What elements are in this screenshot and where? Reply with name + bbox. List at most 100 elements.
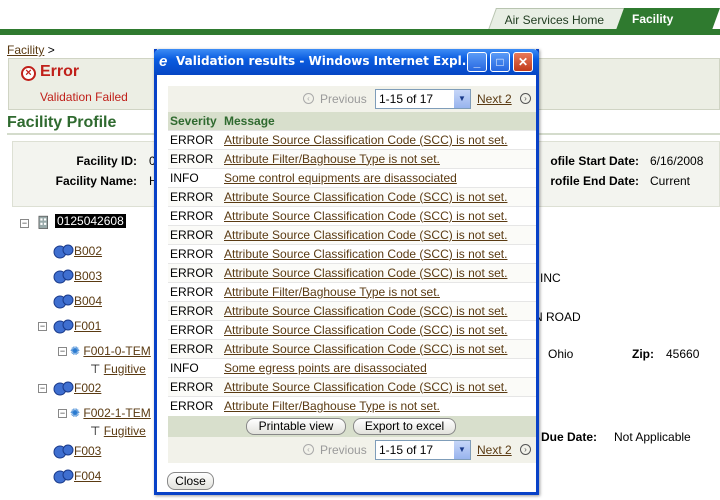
tree-item-fugitive-1[interactable]: ⊤ Fugitive bbox=[90, 362, 146, 376]
close-button[interactable]: Close bbox=[167, 472, 214, 490]
tree-item-f003[interactable]: F003 bbox=[52, 444, 101, 460]
message-cell: Attribute Source Classification Code (SC… bbox=[222, 205, 536, 225]
severity-header: Severity bbox=[168, 112, 222, 130]
severity-cell: ERROR bbox=[168, 281, 222, 301]
tee-icon: ⊤ bbox=[90, 424, 101, 438]
breadcrumb: Facility > bbox=[7, 43, 55, 57]
close-window-button[interactable]: ✕ bbox=[513, 52, 533, 72]
tree-item-label: B002 bbox=[74, 244, 103, 259]
pager-top: ‹ Previous 1-15 of 17 ▼ Next 2 › bbox=[168, 86, 536, 112]
gear-icon bbox=[53, 319, 74, 334]
tab-home-label: Air Services Home bbox=[504, 13, 604, 27]
tree-item-b002[interactable]: B002 bbox=[52, 244, 102, 260]
next-link[interactable]: Next 2 bbox=[477, 443, 512, 457]
message-link[interactable]: Attribute Source Classification Code (SC… bbox=[224, 209, 507, 223]
message-link[interactable]: Attribute Filter/Baghouse Type is not se… bbox=[224, 399, 440, 413]
facility-id-label: Facility ID: bbox=[76, 154, 137, 168]
table-row: INFO Some control equipments are disassoc… bbox=[168, 167, 536, 187]
severity-cell: ERROR bbox=[168, 148, 222, 168]
page-range-select[interactable]: 1-15 of 17 ▼ bbox=[375, 440, 471, 460]
action-button-bar: Printable view Export to excel bbox=[168, 416, 536, 438]
table-row: ERROR Attribute Filter/Baghouse Type is n… bbox=[168, 281, 536, 301]
breadcrumb-facility-link[interactable]: Facility bbox=[7, 43, 44, 57]
message-link[interactable]: Attribute Filter/Baghouse Type is not se… bbox=[224, 152, 440, 166]
tree-collapse-toggle[interactable]: − bbox=[20, 219, 29, 228]
gear-icon bbox=[53, 444, 74, 459]
table-row: ERROR Attribute Source Classification Cod… bbox=[168, 205, 536, 225]
tree-root[interactable]: 0125042608 bbox=[33, 214, 126, 230]
severity-cell: ERROR bbox=[168, 224, 222, 244]
message-link[interactable]: Attribute Source Classification Code (SC… bbox=[224, 190, 507, 204]
tree-item-label: B004 bbox=[74, 294, 103, 309]
message-cell: Attribute Source Classification Code (SC… bbox=[222, 319, 536, 339]
tree-item-b003[interactable]: B003 bbox=[52, 269, 102, 285]
message-link[interactable]: Attribute Source Classification Code (SC… bbox=[224, 133, 507, 147]
next-arrow-icon[interactable]: › bbox=[520, 444, 531, 455]
tree-item-f002-1-tem[interactable]: ✺ F002-1-TEM bbox=[70, 406, 151, 420]
tree-collapse-toggle[interactable]: − bbox=[38, 322, 47, 331]
table-row: ERROR Attribute Filter/Baghouse Type is n… bbox=[168, 395, 536, 415]
page-range-select[interactable]: 1-15 of 17 ▼ bbox=[375, 89, 471, 109]
profile-end-label: rofile End Date: bbox=[550, 174, 639, 188]
tab-facility-label: Facility bbox=[632, 12, 674, 26]
tree-item-label: F001 bbox=[74, 319, 102, 334]
tree-item-fugitive-2[interactable]: ⊤ Fugitive bbox=[90, 424, 146, 438]
table-row: ERROR Attribute Source Classification Cod… bbox=[168, 319, 536, 339]
small-gear-icon: ✺ bbox=[70, 406, 81, 420]
message-link[interactable]: Attribute Source Classification Code (SC… bbox=[224, 323, 507, 337]
address-line-road: N ROAD bbox=[534, 310, 581, 324]
chevron-down-icon: ▼ bbox=[454, 441, 470, 459]
message-link[interactable]: Attribute Source Classification Code (SC… bbox=[224, 304, 507, 318]
severity-cell: ERROR bbox=[168, 243, 222, 263]
tree-item-label: Fugitive bbox=[103, 424, 146, 438]
message-link[interactable]: Attribute Source Classification Code (SC… bbox=[224, 266, 507, 280]
facility-name-label: Facility Name: bbox=[55, 174, 137, 188]
message-link[interactable]: Attribute Source Classification Code (SC… bbox=[224, 342, 507, 356]
tree-item-f001[interactable]: F001 bbox=[52, 319, 101, 335]
message-link[interactable]: Attribute Source Classification Code (SC… bbox=[224, 228, 507, 242]
gear-icon bbox=[53, 469, 74, 484]
message-link[interactable]: Some egress points are disassociated bbox=[224, 361, 427, 375]
tree-item-f004[interactable]: F004 bbox=[52, 469, 101, 485]
tree-item-f001-0-tem[interactable]: ✺ F001-0-TEM bbox=[70, 344, 151, 358]
message-link[interactable]: Attribute Source Classification Code (SC… bbox=[224, 247, 507, 261]
tree-collapse-toggle[interactable]: − bbox=[58, 347, 67, 356]
top-nav: Air Services Home Facility bbox=[0, 0, 720, 36]
address-line-inc: INC bbox=[540, 271, 561, 285]
message-link[interactable]: Some control equipments are disassociate… bbox=[224, 171, 457, 185]
next-arrow-icon[interactable]: › bbox=[520, 93, 531, 104]
previous-arrow-icon: ‹ bbox=[303, 444, 314, 455]
maximize-button[interactable]: □ bbox=[490, 52, 510, 72]
window-titlebar[interactable]: e Validation results - Windows Internet … bbox=[154, 49, 539, 75]
error-message: Validation Failed bbox=[40, 90, 128, 104]
profile-start-value: 6/16/2008 bbox=[650, 154, 704, 168]
tree-item-b004[interactable]: B004 bbox=[52, 294, 102, 310]
previous-link: Previous bbox=[320, 443, 367, 457]
message-cell: Attribute Filter/Baghouse Type is not se… bbox=[222, 148, 536, 168]
tab-air-services-home[interactable]: Air Services Home bbox=[487, 8, 627, 30]
tree-item-label: Fugitive bbox=[103, 362, 146, 376]
popup-content: ‹ Previous 1-15 of 17 ▼ Next 2 › Severity… bbox=[157, 75, 536, 492]
error-title: Error bbox=[40, 63, 80, 80]
tree-collapse-toggle[interactable]: − bbox=[58, 409, 67, 418]
next-link[interactable]: Next 2 bbox=[477, 92, 512, 106]
message-cell: Attribute Source Classification Code (SC… bbox=[222, 224, 536, 244]
tab-facility[interactable]: Facility bbox=[615, 8, 720, 30]
tree-item-label: B003 bbox=[74, 269, 103, 284]
message-cell: Attribute Source Classification Code (SC… bbox=[222, 186, 536, 206]
tree-item-label: F002 bbox=[74, 381, 102, 396]
page-range-value: 1-15 of 17 bbox=[379, 92, 434, 106]
message-link[interactable]: Attribute Filter/Baghouse Type is not se… bbox=[224, 285, 440, 299]
tree-root-label: 0125042608 bbox=[55, 214, 126, 229]
export-to-excel-button[interactable]: Export to excel bbox=[353, 418, 456, 435]
tree-collapse-toggle[interactable]: − bbox=[38, 384, 47, 393]
window-title: Validation results - Windows Internet Ex… bbox=[176, 54, 476, 68]
gear-icon bbox=[53, 381, 74, 396]
printable-view-button[interactable]: Printable view bbox=[246, 418, 346, 435]
tree-item-f002[interactable]: F002 bbox=[52, 381, 101, 397]
ie-logo-icon: e bbox=[159, 53, 168, 70]
message-link[interactable]: Attribute Source Classification Code (SC… bbox=[224, 380, 507, 394]
severity-cell: INFO bbox=[168, 167, 222, 187]
minimize-button[interactable]: _ bbox=[467, 52, 487, 72]
message-cell: Attribute Source Classification Code (SC… bbox=[222, 129, 536, 149]
